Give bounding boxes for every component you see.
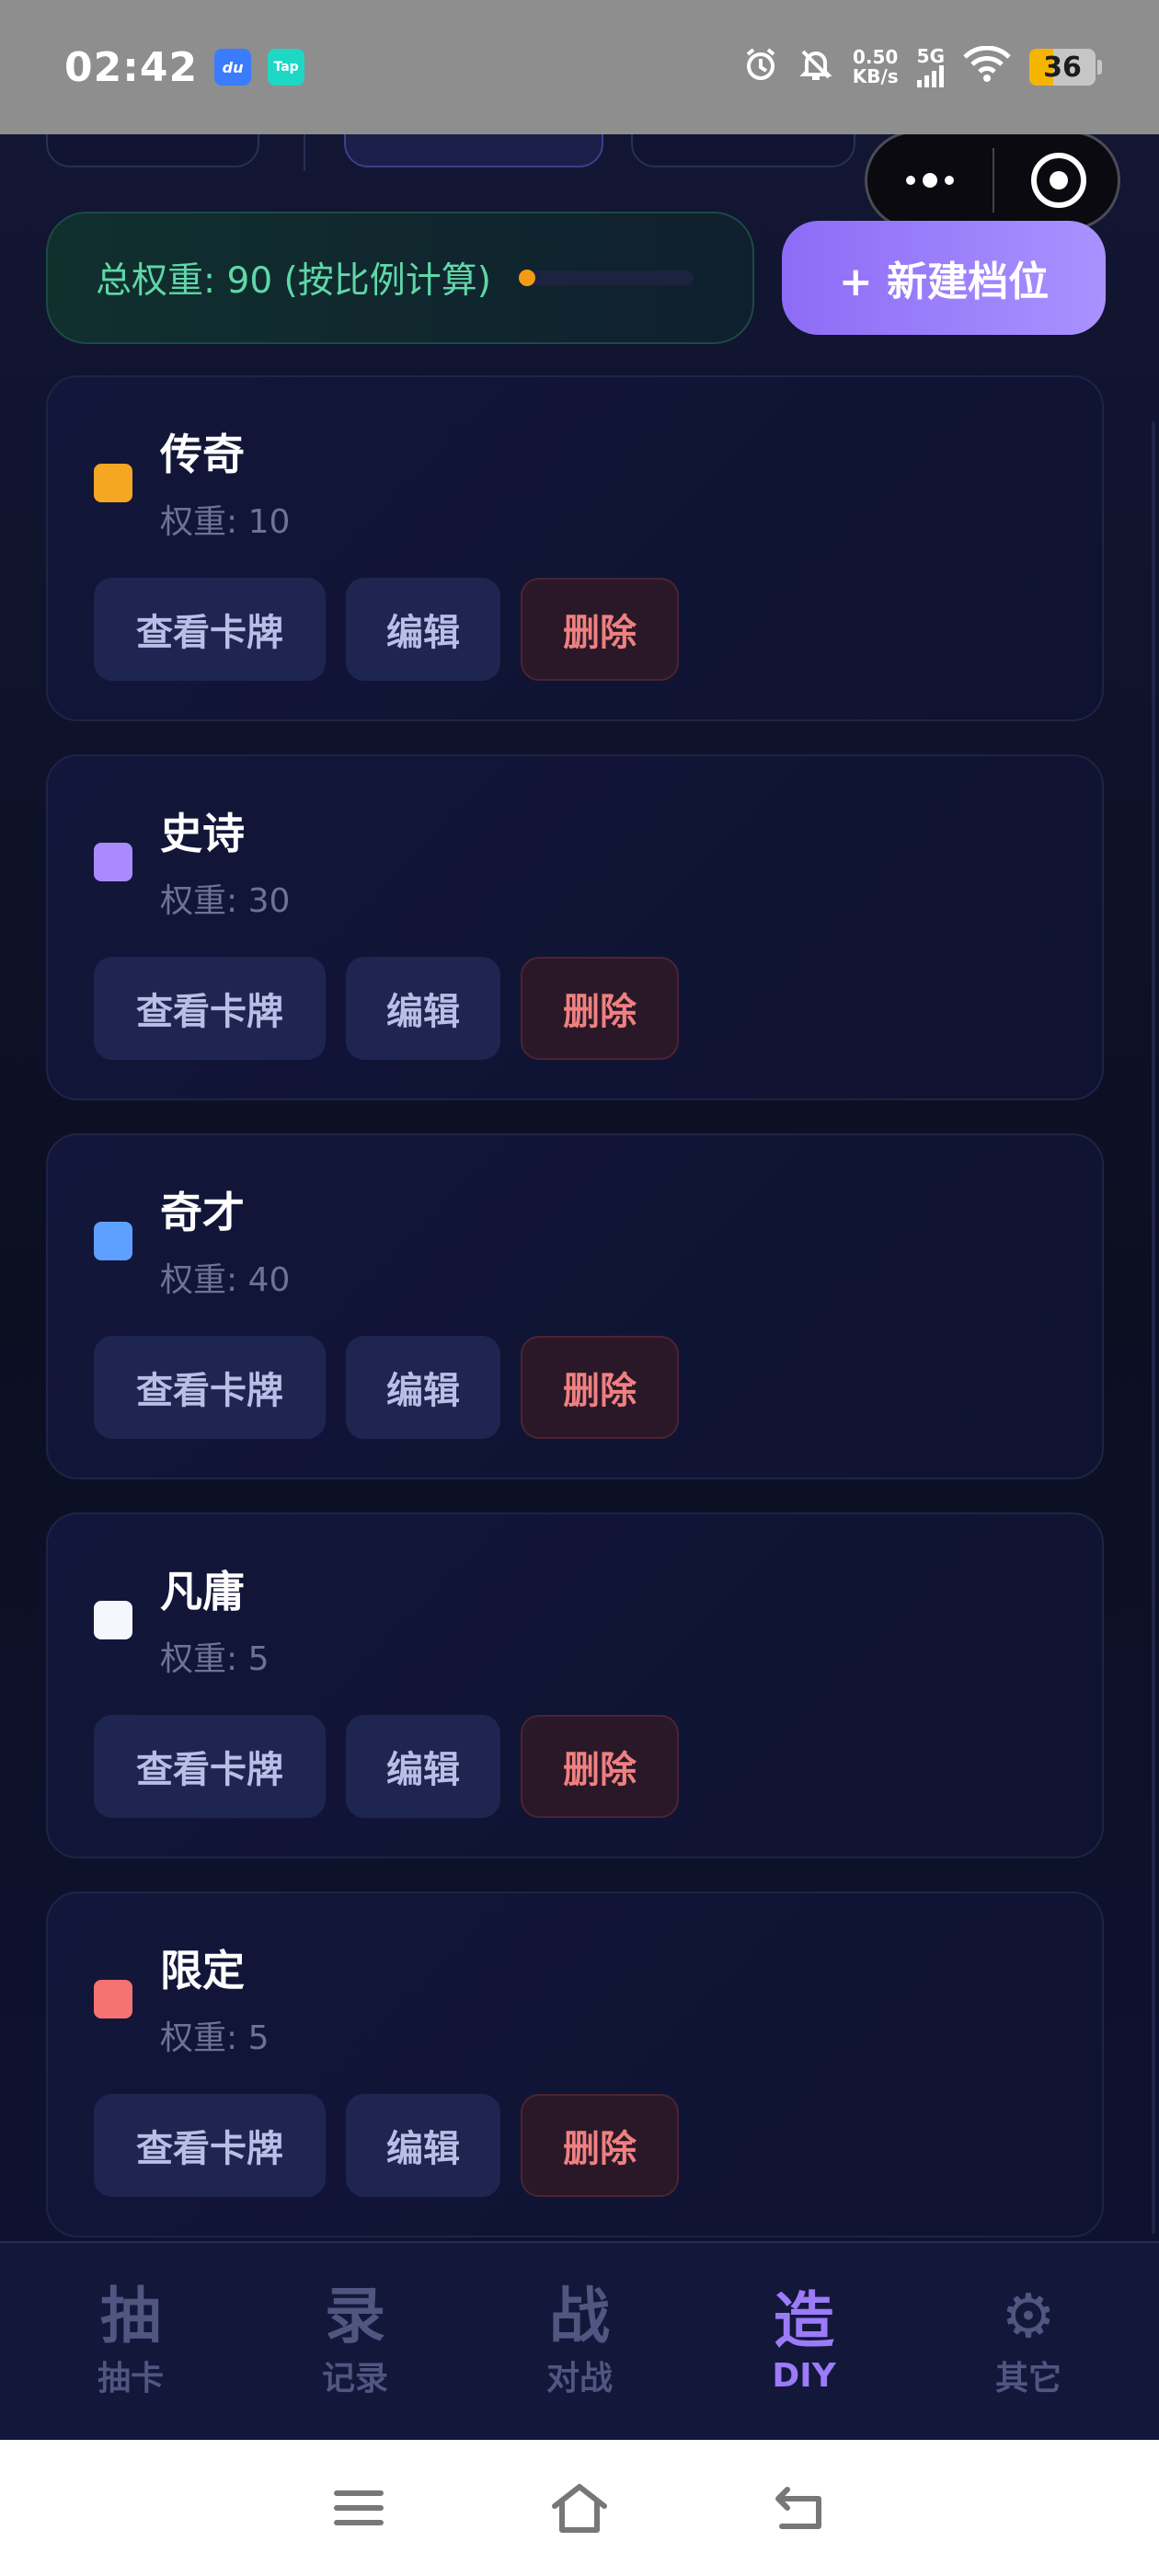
bell-off-icon xyxy=(798,46,834,88)
diy-icon: 造 xyxy=(774,2285,834,2357)
alarm-icon xyxy=(742,46,779,88)
total-weight-bar-dot xyxy=(519,270,535,286)
tab-label: 记录 xyxy=(321,2360,388,2398)
tab-records[interactable]: 录 记录 xyxy=(263,2283,447,2400)
close-mini-program-icon[interactable] xyxy=(1031,153,1086,208)
home-icon[interactable] xyxy=(547,2476,612,2540)
filter-tab-partial-1[interactable] xyxy=(46,134,259,167)
status-bar: 02:42 du Tap 0.50 KB/s 5G 36 xyxy=(0,0,1159,134)
network-speed-unit: KB/s xyxy=(852,65,899,87)
delete-button[interactable]: 删除 xyxy=(521,578,679,681)
draw-icon: 抽 xyxy=(100,2280,161,2352)
tab-other[interactable]: ⚙ 其它 xyxy=(936,2283,1120,2400)
view-cards-button[interactable]: 查看卡牌 xyxy=(94,957,326,1060)
edit-button[interactable]: 编辑 xyxy=(346,1336,500,1439)
tier-card: 限定 权重: 5 查看卡牌 编辑 删除 xyxy=(46,1892,1104,2237)
status-bar-right: 0.50 KB/s 5G 36 xyxy=(742,45,1102,88)
records-icon: 录 xyxy=(325,2280,385,2352)
tier-card: 奇才 权重: 40 查看卡牌 编辑 删除 xyxy=(46,1133,1104,1479)
new-tier-button[interactable]: + 新建档位 xyxy=(782,221,1106,335)
mini-program-capsule xyxy=(865,134,1120,230)
bottom-tab-bar: 抽 抽卡 录 记录 战 对战 造 DIY ⚙ 其它 xyxy=(0,2241,1159,2440)
battery-level: 36 xyxy=(1043,51,1082,84)
system-nav-bar xyxy=(0,2440,1159,2576)
edit-button[interactable]: 编辑 xyxy=(346,578,500,681)
total-weight-text: 总权重: 90 (按比例计算) xyxy=(96,260,491,302)
delete-button[interactable]: 删除 xyxy=(521,957,679,1060)
tier-color-swatch xyxy=(94,464,132,502)
baidu-app-icon: du xyxy=(214,49,252,86)
view-cards-button[interactable]: 查看卡牌 xyxy=(94,2094,326,2197)
capsule-divider xyxy=(993,148,994,213)
view-cards-button[interactable]: 查看卡牌 xyxy=(94,578,326,681)
tab-label: DIY xyxy=(772,2356,836,2395)
tier-name: 限定 xyxy=(160,1946,245,1995)
tier-weight: 权重: 10 xyxy=(160,503,291,541)
filter-tab-divider xyxy=(304,134,305,171)
tier-weight: 权重: 40 xyxy=(160,1261,291,1299)
scrollbar[interactable] xyxy=(1152,421,1155,2234)
battery-tip xyxy=(1097,60,1102,75)
tab-draw[interactable]: 抽 抽卡 xyxy=(39,2283,223,2400)
tab-label: 对战 xyxy=(545,2360,613,2398)
wifi-icon xyxy=(963,45,1011,88)
network-speed-value: 0.50 xyxy=(853,46,899,68)
tier-name: 奇才 xyxy=(160,1188,245,1237)
back-icon[interactable] xyxy=(768,2476,832,2540)
tier-card: 史诗 权重: 30 查看卡牌 编辑 删除 xyxy=(46,754,1104,1100)
cellular-signal: 5G xyxy=(916,45,945,87)
status-time: 02:42 xyxy=(64,43,199,91)
tier-weight: 权重: 5 xyxy=(160,1640,270,1678)
status-bar-left: 02:42 du Tap xyxy=(64,43,305,91)
tier-color-swatch xyxy=(94,1222,132,1260)
battle-icon: 战 xyxy=(549,2280,610,2352)
tier-weight: 权重: 30 xyxy=(160,882,291,920)
tier-actions: 查看卡牌 编辑 删除 xyxy=(94,1336,679,1439)
edit-button[interactable]: 编辑 xyxy=(346,957,500,1060)
tier-name: 凡庸 xyxy=(160,1567,245,1616)
tier-name: 史诗 xyxy=(160,809,245,858)
delete-button[interactable]: 删除 xyxy=(521,1715,679,1818)
delete-button[interactable]: 删除 xyxy=(521,1336,679,1439)
tier-actions: 查看卡牌 编辑 删除 xyxy=(94,1715,679,1818)
tab-label: 抽卡 xyxy=(97,2360,164,2398)
content-area: 总权重: 90 (按比例计算) + 新建档位 传奇 权重: 10 查看卡牌 编辑… xyxy=(0,134,1159,2241)
view-cards-button[interactable]: 查看卡牌 xyxy=(94,1715,326,1818)
network-speed: 0.50 KB/s xyxy=(853,48,899,86)
more-icon[interactable] xyxy=(867,173,993,188)
tier-name: 传奇 xyxy=(160,430,245,479)
tier-actions: 查看卡牌 编辑 删除 xyxy=(94,578,679,681)
network-type: 5G xyxy=(916,45,945,67)
menu-icon[interactable] xyxy=(327,2476,391,2540)
gear-icon: ⚙ xyxy=(1001,2280,1056,2352)
delete-button[interactable]: 删除 xyxy=(521,2094,679,2197)
battery-icon: 36 xyxy=(1029,49,1096,86)
tier-color-swatch xyxy=(94,843,132,881)
tier-card: 凡庸 权重: 5 查看卡牌 编辑 删除 xyxy=(46,1512,1104,1858)
edit-button[interactable]: 编辑 xyxy=(346,1715,500,1818)
tier-color-swatch xyxy=(94,1980,132,2018)
tab-diy[interactable]: 造 DIY xyxy=(712,2288,896,2395)
total-weight-panel: 总权重: 90 (按比例计算) xyxy=(46,212,754,344)
tier-actions: 查看卡牌 编辑 删除 xyxy=(94,2094,679,2197)
tier-weight: 权重: 5 xyxy=(160,2019,270,2057)
filter-tab-partial-3[interactable] xyxy=(631,134,855,167)
edit-button[interactable]: 编辑 xyxy=(346,2094,500,2197)
total-weight-bar xyxy=(519,270,694,286)
tab-label: 其它 xyxy=(994,2360,1061,2398)
tab-battle[interactable]: 战 对战 xyxy=(488,2283,671,2400)
signal-bars-icon xyxy=(916,65,944,87)
taptap-app-icon: Tap xyxy=(268,49,305,86)
view-cards-button[interactable]: 查看卡牌 xyxy=(94,1336,326,1439)
filter-tab-partial-active[interactable] xyxy=(344,134,603,167)
tier-card: 传奇 权重: 10 查看卡牌 编辑 删除 xyxy=(46,375,1104,721)
tier-actions: 查看卡牌 编辑 删除 xyxy=(94,957,679,1060)
tier-color-swatch xyxy=(94,1601,132,1639)
